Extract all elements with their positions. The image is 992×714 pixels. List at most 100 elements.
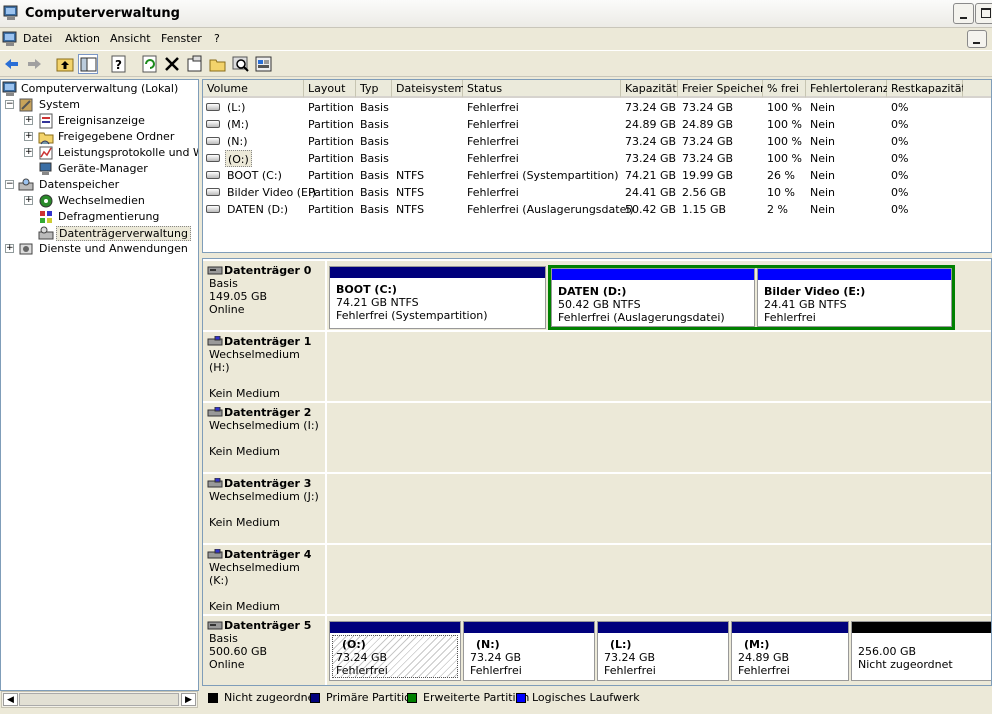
partition-daten-d[interactable]: DATEN (D:) 50.42 GB NTFS Fehlerfrei (Ausla… bbox=[551, 268, 755, 327]
scroll-right-icon[interactable]: ▶ bbox=[181, 693, 196, 706]
column-header-prozent-frei[interactable]: % frei bbox=[763, 80, 806, 98]
volume-name-cell[interactable]: (O:) bbox=[225, 150, 252, 167]
disk-info: Datenträger 5 Basis 500.60 GB Online bbox=[203, 616, 326, 685]
column-header-layout[interactable]: Layout bbox=[304, 80, 356, 98]
refresh-button[interactable] bbox=[140, 54, 160, 74]
menu-datei[interactable]: Datei bbox=[23, 32, 52, 45]
volume-cell: Basis bbox=[360, 169, 389, 182]
scroll-left-icon[interactable]: ◀ bbox=[3, 693, 18, 706]
volume-list: Volume Layout Typ Dateisystem Status Kap… bbox=[202, 79, 992, 253]
mmc-icon[interactable] bbox=[2, 31, 18, 47]
volume-cell: Fehlerfrei (Systempartition) bbox=[467, 169, 619, 182]
column-header-dateisystem[interactable]: Dateisystem bbox=[392, 80, 465, 98]
tree-label-dienste: Dienste und Anwendungen bbox=[39, 242, 188, 255]
delete-x-icon bbox=[165, 57, 179, 71]
volume-cell: 73.24 GB bbox=[682, 101, 734, 114]
column-header-kapazitaet[interactable]: Kapazität bbox=[621, 80, 678, 98]
menu-fenster[interactable]: Fenster bbox=[161, 32, 202, 45]
menu-ansicht[interactable]: Ansicht bbox=[110, 32, 151, 45]
menu-help[interactable]: ? bbox=[214, 32, 220, 45]
menu-aktion[interactable]: Aktion bbox=[65, 32, 100, 45]
volume-name-cell[interactable]: (N:) bbox=[227, 133, 248, 150]
unallocated-status: Nicht zugeordnet bbox=[858, 658, 953, 671]
partition-text: (O:) 73.24 GB Fehlerfrei bbox=[336, 638, 388, 677]
partition-boot-c[interactable]: BOOT (C:) 74.21 GB NTFS Fehlerfrei (System… bbox=[329, 266, 546, 329]
expand-icon[interactable]: + bbox=[5, 244, 14, 253]
tree-node-dtv[interactable]: Datenträgerverwaltung bbox=[1, 225, 198, 241]
volume-name-cell[interactable]: (M:) bbox=[227, 116, 249, 133]
partition-l[interactable]: (L:) 73.24 GB Fehlerfrei bbox=[597, 621, 729, 681]
tree-node-leistung[interactable]: + Leistungsprotokolle und Warn bbox=[1, 145, 198, 161]
column-header-volume[interactable]: Volume bbox=[203, 80, 304, 98]
partition-bilder-video-e[interactable]: Bilder Video (E:) 24.41 GB NTFS Fehlerfrei bbox=[757, 268, 952, 327]
expand-icon[interactable]: + bbox=[24, 196, 33, 205]
tree-node-system[interactable]: − System bbox=[1, 97, 198, 113]
volume-cell: 24.41 GB bbox=[625, 186, 677, 199]
disk-info: Datenträger 3 Wechselmedium (J:) Kein Me… bbox=[203, 474, 326, 543]
tree-label-root: Computerverwaltung (Lokal) bbox=[21, 82, 179, 95]
drive-icon bbox=[206, 137, 220, 145]
back-button[interactable] bbox=[2, 54, 22, 74]
hard-disk-icon bbox=[207, 621, 223, 630]
tree-node-wechsel[interactable]: + Wechselmedien bbox=[1, 193, 198, 209]
scroll-thumb[interactable] bbox=[19, 693, 179, 706]
tree-node-ereignis[interactable]: + Ereignisanzeige bbox=[1, 113, 198, 129]
tree-node-freigabe[interactable]: + Freigegebene Ordner bbox=[1, 129, 198, 145]
disk-row[interactable]: Datenträger 0 Basis 149.05 GB Online BOO… bbox=[203, 261, 991, 330]
disk-view-button[interactable] bbox=[254, 54, 274, 74]
search-button[interactable] bbox=[231, 54, 251, 74]
show-tree-button[interactable] bbox=[78, 54, 98, 74]
maximize-button[interactable] bbox=[975, 3, 992, 24]
volume-name-cell[interactable]: BOOT (C:) bbox=[227, 167, 282, 184]
delete-button[interactable] bbox=[162, 54, 182, 74]
expand-icon[interactable]: + bbox=[24, 116, 33, 125]
tree-node-dienste[interactable]: + Dienste und Anwendungen bbox=[1, 241, 198, 257]
forward-button[interactable] bbox=[24, 54, 44, 74]
expand-icon[interactable]: + bbox=[24, 132, 33, 141]
child-minimize-button[interactable] bbox=[967, 30, 987, 48]
minimize-button[interactable] bbox=[953, 3, 974, 24]
partition-o[interactable]: (O:) 73.24 GB Fehlerfrei bbox=[329, 621, 461, 681]
partition-m[interactable]: (M:) 24.89 GB Fehlerfrei bbox=[731, 621, 849, 681]
column-header-restkapazitaet[interactable]: Restkapazität bbox=[887, 80, 966, 98]
tree-node-defrag[interactable]: Defragmentierung bbox=[1, 209, 198, 225]
tree-horizontal-scrollbar[interactable]: ◀ ▶ bbox=[1, 691, 198, 708]
column-header-freier-speicher[interactable]: Freier Speicher bbox=[678, 80, 765, 98]
expand-icon[interactable]: + bbox=[24, 148, 33, 157]
tree-node-datenspeicher[interactable]: − Datenspeicher bbox=[1, 177, 198, 193]
tree-node-geraete[interactable]: Geräte-Manager bbox=[1, 161, 198, 177]
tree-label-wechsel: Wechselmedien bbox=[58, 194, 145, 207]
disk-row[interactable]: Datenträger 5 Basis 500.60 GB Online (O:… bbox=[203, 616, 991, 685]
disk-row[interactable]: Datenträger 2 Wechselmedium (I:) Kein Me… bbox=[203, 403, 991, 472]
drive-icon bbox=[206, 171, 220, 179]
collapse-icon[interactable]: − bbox=[5, 100, 14, 109]
volume-cell: 73.24 GB bbox=[625, 152, 677, 165]
tree-label-system: System bbox=[39, 98, 81, 111]
disk-row[interactable]: Datenträger 3 Wechselmedium (J:) Kein Me… bbox=[203, 474, 991, 543]
disk-row[interactable]: Datenträger 1 Wechselmedium (H:) Kein Me… bbox=[203, 332, 991, 401]
tree-node-root[interactable]: Computerverwaltung (Lokal) bbox=[1, 81, 198, 97]
unallocated-space[interactable]: 256.00 GB Nicht zugeordnet bbox=[851, 621, 991, 681]
volume-name-cell[interactable]: Bilder Video (E:) bbox=[227, 184, 316, 201]
volume-cell: Nein bbox=[810, 101, 836, 114]
console-tree: Computerverwaltung (Lokal) − System + Er… bbox=[0, 79, 199, 691]
up-button[interactable] bbox=[55, 54, 75, 74]
disk-name: Datenträger 0 bbox=[207, 264, 319, 277]
svg-text:?: ? bbox=[115, 58, 122, 72]
column-header-fehlertoleranz[interactable]: Fehlertoleranz bbox=[806, 80, 889, 98]
partition-n[interactable]: (N:) 73.24 GB Fehlerfrei bbox=[463, 621, 595, 681]
volume-name-cell[interactable]: (L:) bbox=[227, 99, 245, 116]
column-header-status[interactable]: Status bbox=[463, 80, 621, 98]
help-button[interactable]: ? bbox=[109, 54, 129, 74]
disk-status: Online bbox=[209, 303, 245, 316]
column-header-typ[interactable]: Typ bbox=[356, 80, 392, 98]
volume-cell: 73.24 GB bbox=[625, 101, 677, 114]
open-button[interactable] bbox=[208, 54, 228, 74]
volume-name-cell[interactable]: DATEN (D:) bbox=[227, 201, 288, 218]
collapse-icon[interactable]: − bbox=[5, 180, 14, 189]
event-viewer-icon bbox=[39, 113, 53, 129]
volume-cell: Nein bbox=[810, 203, 836, 216]
hard-disk-icon bbox=[207, 266, 223, 275]
disk-row[interactable]: Datenträger 4 Wechselmedium (K:) Kein Me… bbox=[203, 545, 991, 614]
properties-button[interactable] bbox=[185, 54, 205, 74]
